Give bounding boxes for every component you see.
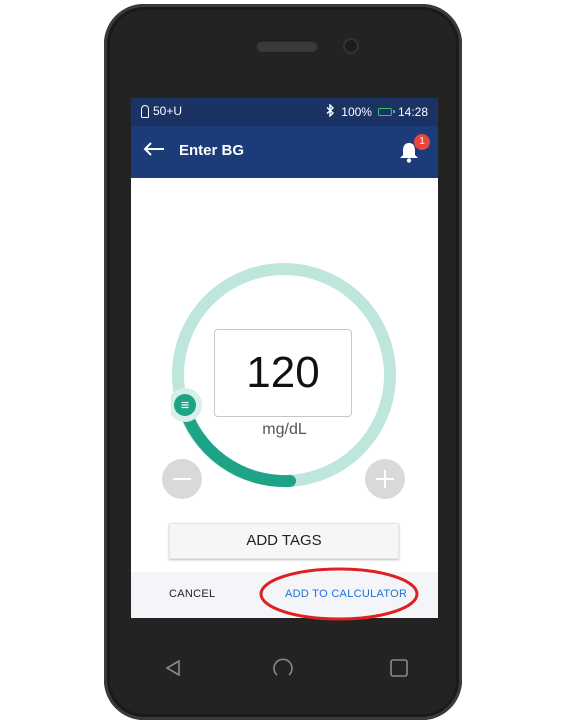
bg-unit: mg/dL: [262, 421, 307, 438]
pod-icon: [141, 104, 149, 118]
action-bar: CANCEL ADD TO CALCULATOR: [131, 572, 438, 618]
nav-recent-icon[interactable]: [389, 658, 409, 678]
app-bar: Enter BG 1: [131, 126, 438, 178]
minus-icon[interactable]: [162, 459, 202, 499]
bg-value: 120: [246, 348, 320, 397]
pod-status-text: 50+U: [153, 104, 183, 118]
bg-value-field[interactable]: 120: [214, 329, 352, 417]
status-bar: 50+U 100% 14:28: [131, 98, 438, 126]
add-to-calculator-button[interactable]: ADD TO CALCULATOR: [285, 588, 407, 600]
bluetooth-icon: [326, 103, 335, 120]
back-arrow-icon[interactable]: [143, 138, 165, 162]
nav-home-icon[interactable]: [271, 656, 295, 680]
page-title: Enter BG: [179, 142, 245, 159]
battery-charging-icon: [377, 108, 395, 116]
phone-screen: 50+U 100% 14:28 Enter BG 1 120 mg/dL ADD…: [131, 98, 438, 618]
notification-badge: 1: [414, 134, 430, 150]
battery-percent: 100%: [341, 105, 372, 119]
speaker-grille: [256, 40, 318, 52]
system-nav-bar: [131, 618, 438, 718]
front-camera: [343, 38, 359, 54]
add-tags-button[interactable]: ADD TAGS: [169, 523, 399, 559]
cancel-button[interactable]: CANCEL: [169, 588, 215, 600]
nav-back-icon[interactable]: [163, 658, 183, 678]
plus-icon[interactable]: [365, 459, 405, 499]
clock: 14:28: [397, 105, 428, 119]
